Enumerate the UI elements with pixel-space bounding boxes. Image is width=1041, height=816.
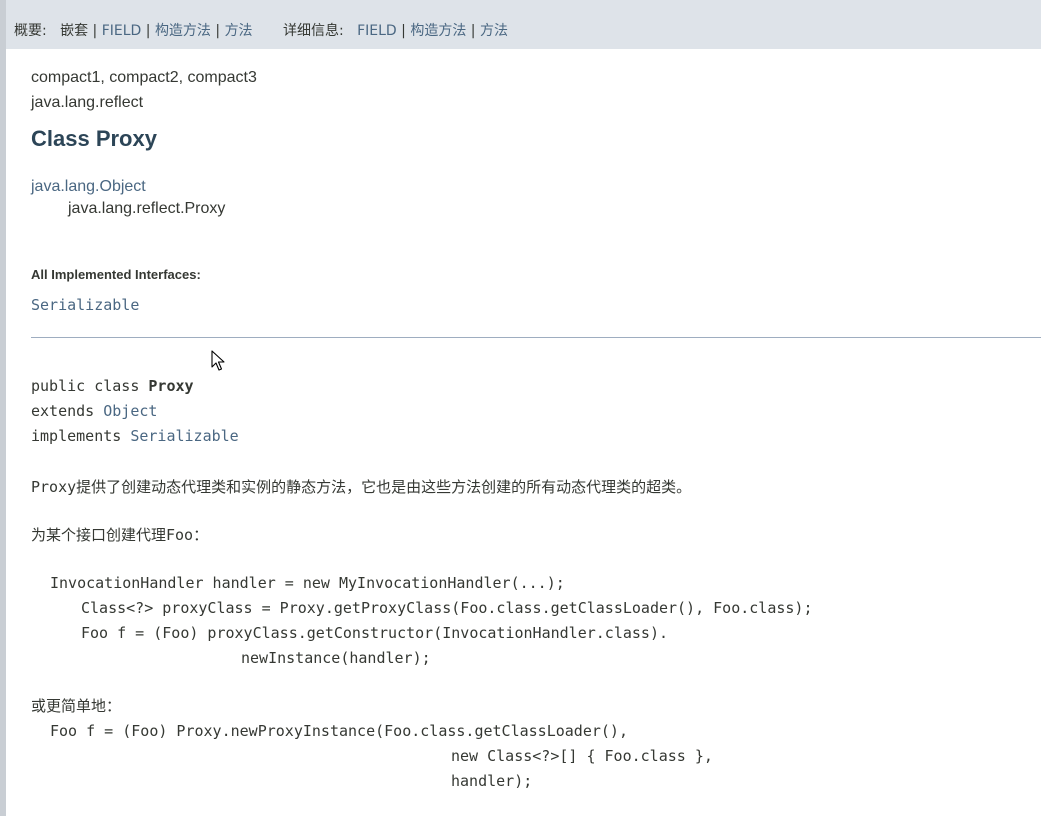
- separator: |: [470, 23, 480, 39]
- detail-label: 详细信息:: [283, 23, 353, 39]
- inheritance-child: java.lang.reflect.Proxy: [68, 200, 226, 217]
- detail-method-link[interactable]: 方法: [480, 23, 508, 39]
- sub-navigation-links: 概要: 嵌套 | FIELD | 构造方法 | 方法 详细信息: FIELD |…: [14, 20, 508, 40]
- sub-navigation-bar: 概要: 嵌套 | FIELD | 构造方法 | 方法 详细信息: FIELD |…: [0, 0, 1041, 49]
- implements-keyword: implements: [31, 427, 131, 445]
- inheritance-parent-link[interactable]: java.lang.Object: [31, 178, 146, 196]
- summary-field-link[interactable]: FIELD: [102, 23, 142, 39]
- separator: |: [92, 23, 102, 39]
- code-line: newInstance(handler);: [241, 649, 431, 667]
- divider: [31, 337, 1041, 338]
- interface-serializable-link[interactable]: Serializable: [31, 296, 139, 314]
- code-line: handler);: [451, 772, 533, 790]
- summary-label: 概要:: [14, 23, 56, 39]
- description-paragraph: 为某个接口创建代理Foo：: [31, 526, 209, 544]
- mouse-cursor-icon: [211, 350, 225, 376]
- extends-keyword: extends: [31, 402, 104, 420]
- extends-line: extends Object: [31, 402, 157, 420]
- code-line: InvocationHandler handler = new MyInvoca…: [50, 574, 565, 592]
- summary-method-link[interactable]: 方法: [225, 23, 253, 39]
- separator: |: [145, 23, 155, 39]
- description-paragraph: Proxy提供了创建动态代理类和实例的静态方法，它也是由这些方法创建的所有动态代…: [31, 478, 692, 496]
- profiles-subtitle: compact1, compact2, compact3: [31, 69, 257, 86]
- extends-object-link[interactable]: Object: [103, 402, 157, 420]
- code-line: Class<?> proxyClass = Proxy.getProxyClas…: [81, 599, 813, 617]
- implements-line: implements Serializable: [31, 427, 239, 445]
- package-name: java.lang.reflect: [31, 94, 144, 111]
- content-left-border: [0, 49, 6, 816]
- separator: |: [401, 23, 411, 39]
- description-paragraph: 或更简单地：: [31, 697, 122, 715]
- detail-field-link[interactable]: FIELD: [357, 23, 397, 39]
- interfaces-label: All Implemented Interfaces:: [31, 267, 201, 282]
- summary-nested-text: 嵌套: [60, 23, 89, 39]
- code-line: Foo f = (Foo) Proxy.newProxyInstance(Foo…: [50, 722, 628, 740]
- summary-constructor-link[interactable]: 构造方法: [155, 23, 211, 39]
- page-title: Class Proxy: [31, 126, 157, 151]
- declaration-modifier: public class: [31, 377, 149, 395]
- code-line: Foo f = (Foo) proxyClass.getConstructor(…: [81, 624, 668, 642]
- declaration-line: public class Proxy: [31, 377, 194, 395]
- separator: |: [215, 23, 225, 39]
- implements-serializable-link[interactable]: Serializable: [130, 427, 238, 445]
- declaration-class-name: Proxy: [148, 377, 194, 395]
- code-line: new Class<?>[] { Foo.class },: [451, 747, 713, 765]
- detail-constructor-link[interactable]: 构造方法: [410, 23, 466, 39]
